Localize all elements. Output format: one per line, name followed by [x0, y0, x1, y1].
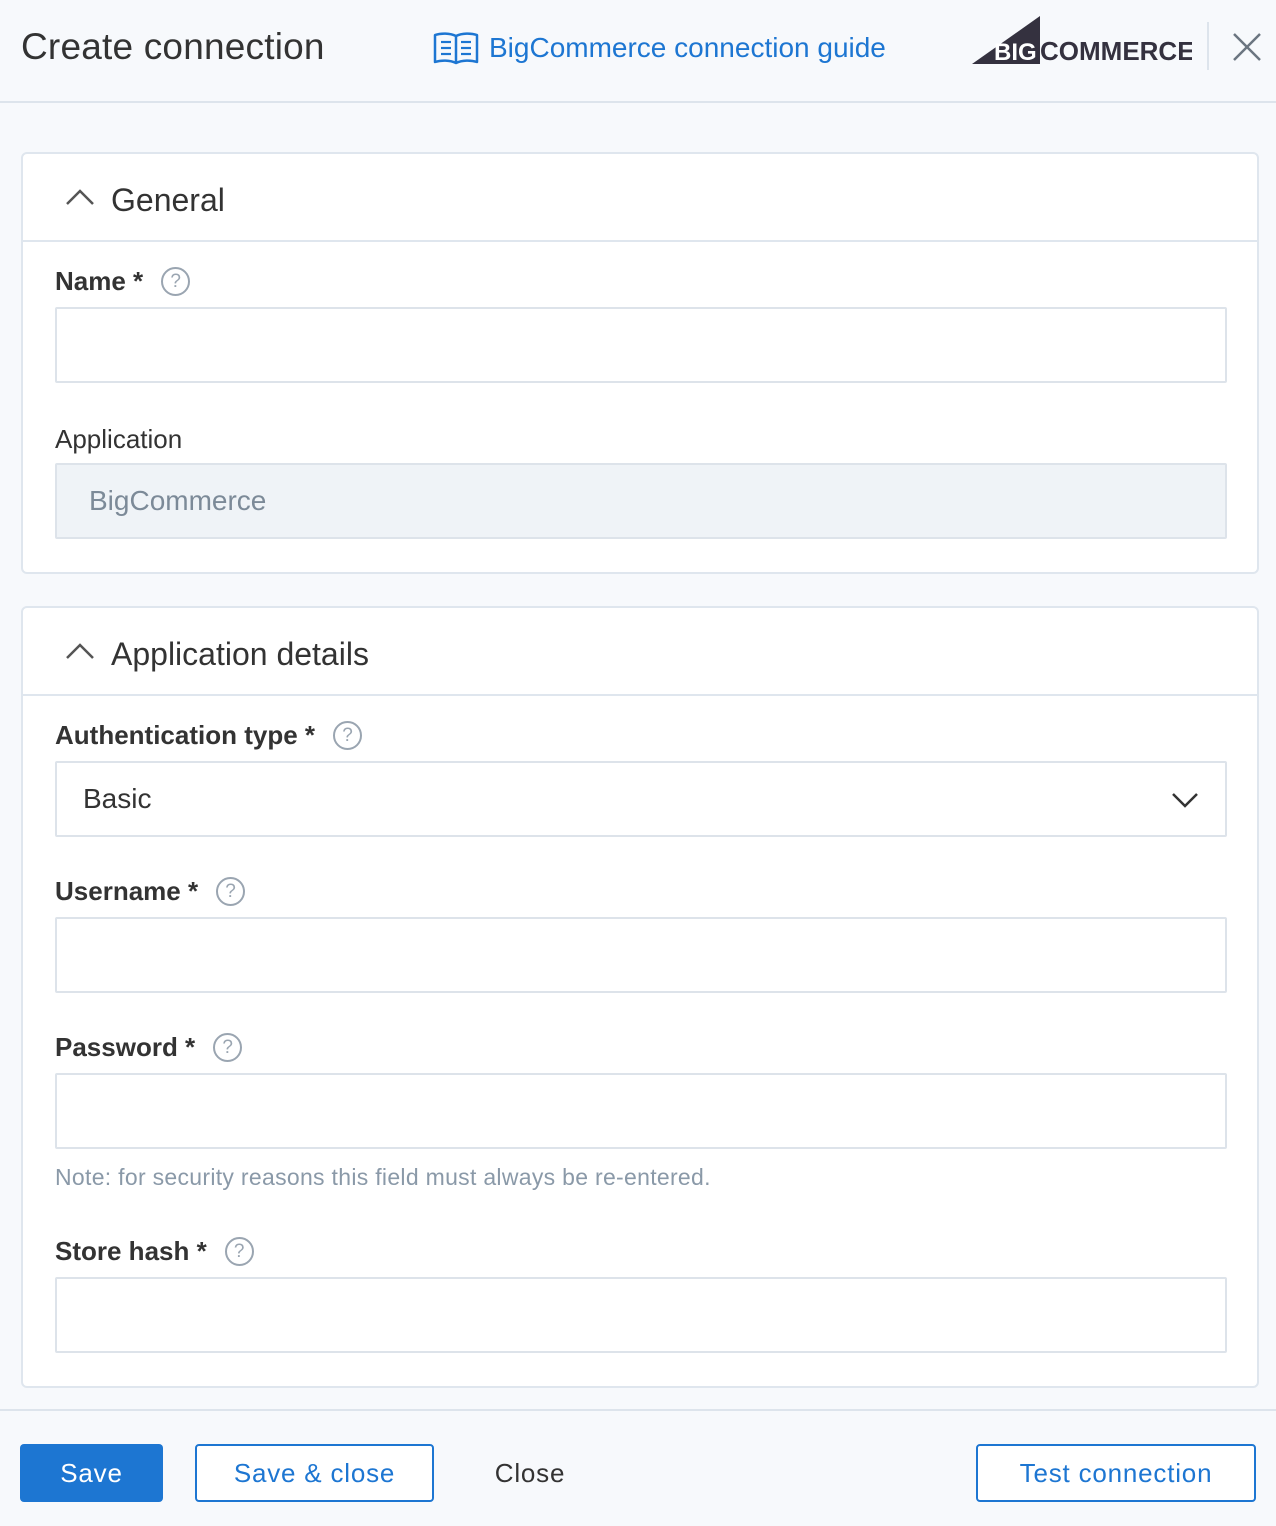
auth-type-label-text: Authentication type * [55, 720, 316, 750]
application-details-panel-header[interactable]: Application details [23, 608, 1257, 696]
name-input[interactable] [55, 307, 1227, 383]
auth-type-select[interactable]: Basic [55, 761, 1227, 837]
username-label: Username * ? [55, 876, 246, 907]
application-details-panel: Application details Authentication type … [21, 606, 1259, 1388]
save-close-button[interactable]: Save & close [195, 1444, 434, 1502]
connection-guide-label: BigCommerce connection guide [489, 32, 886, 63]
help-icon[interactable]: ? [333, 721, 363, 750]
general-panel: General Name * ? Application BigCommerce [21, 152, 1259, 574]
book-icon [433, 32, 479, 65]
auth-type-value: Basic [83, 783, 152, 814]
name-label: Name * ? [55, 266, 191, 297]
application-details-panel-title: Application details [111, 636, 369, 672]
password-note: Note: for security reasons this field mu… [55, 1164, 711, 1190]
application-label: Application [55, 424, 183, 454]
modal-footer: Save Save & close Close Test connection [0, 1409, 1276, 1526]
close-button[interactable]: Close [470, 1444, 590, 1502]
svg-text:BIG: BIG [994, 39, 1037, 66]
svg-text:COMMERCE: COMMERCE [1040, 36, 1192, 66]
password-label: Password * ? [55, 1032, 243, 1063]
close-icon[interactable] [1228, 28, 1266, 66]
general-panel-header[interactable]: General [23, 154, 1257, 242]
store-hash-label: Store hash * ? [55, 1236, 254, 1267]
auth-type-label: Authentication type * ? [55, 720, 363, 751]
help-icon[interactable]: ? [216, 877, 246, 906]
general-panel-title: General [111, 182, 225, 218]
save-button[interactable]: Save [20, 1444, 163, 1502]
chevron-up-icon [66, 189, 94, 205]
help-icon[interactable]: ? [161, 267, 191, 296]
page-title: Create connection [21, 26, 325, 67]
modal-header: Create connection BigCommerce connection… [0, 0, 1276, 103]
application-field: BigCommerce [55, 463, 1227, 539]
bigcommerce-logo: BIG COMMERCE [972, 16, 1192, 66]
password-label-text: Password * [55, 1032, 196, 1062]
help-icon[interactable]: ? [213, 1033, 243, 1062]
password-input[interactable] [55, 1073, 1227, 1149]
chevron-down-icon [1172, 793, 1198, 808]
name-label-text: Name * [55, 266, 144, 296]
help-icon[interactable]: ? [224, 1237, 254, 1266]
chevron-up-icon [66, 643, 94, 659]
store-hash-input[interactable] [55, 1277, 1227, 1353]
test-connection-button[interactable]: Test connection [976, 1444, 1256, 1502]
connection-guide-link[interactable]: BigCommerce connection guide [433, 30, 886, 66]
username-label-text: Username * [55, 876, 199, 906]
username-input[interactable] [55, 917, 1227, 993]
header-divider [1207, 22, 1209, 70]
store-hash-label-text: Store hash * [55, 1236, 207, 1266]
